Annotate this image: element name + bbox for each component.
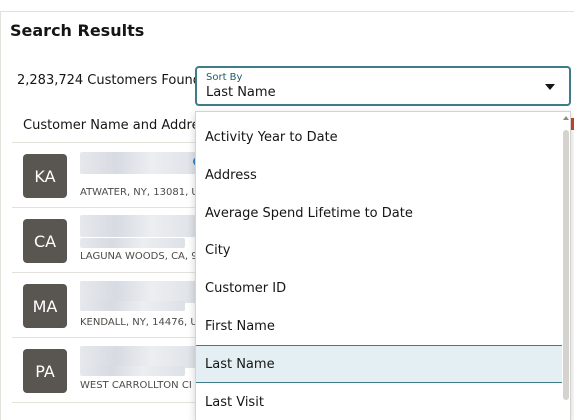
sort-option-last-name[interactable]: Last Name [196, 345, 562, 383]
customer-name-redacted [80, 152, 200, 174]
chevron-down-icon[interactable] [545, 84, 555, 90]
customer-detail-redacted [80, 301, 185, 311]
sort-option-first-name[interactable]: First Name [196, 307, 562, 345]
sort-option-avg-spend[interactable]: Average Spend Lifetime to Date [196, 194, 562, 232]
sort-option-activity-ytd[interactable]: Activity Year to Date [196, 118, 562, 156]
sort-option-customer-id[interactable]: Customer ID [196, 269, 562, 307]
table-row[interactable]: PA WEST CARROLLTON CI [12, 338, 202, 403]
customer-name-redacted [80, 215, 200, 237]
customer-address: KENDALL, NY, 14476, U [80, 317, 198, 328]
table-row[interactable]: KA ATWATER, NY, 13081, U [12, 143, 202, 208]
avatar: PA [23, 349, 67, 393]
table-row[interactable]: CA LAGUNA WOODS, CA, 9 [12, 208, 202, 273]
customer-name-redacted [80, 346, 200, 368]
sort-option-address[interactable]: Address [196, 156, 562, 194]
avatar: KA [23, 154, 67, 198]
sort-by-value: Last Name [206, 85, 276, 100]
sort-option-last-visit[interactable]: Last Visit [196, 383, 562, 420]
avatar: MA [23, 284, 67, 328]
customer-address: LAGUNA WOODS, CA, 9 [80, 251, 198, 262]
sort-by-select[interactable]: Sort By Last Name [195, 66, 571, 106]
results-count: 2,283,724 Customers Found [17, 73, 202, 88]
customer-name-redacted [80, 281, 200, 303]
customer-detail-redacted [80, 238, 185, 248]
customer-address: ATWATER, NY, 13081, U [80, 187, 199, 198]
sort-by-dropdown-menu: Activity Year to Date Address Average Sp… [195, 111, 571, 420]
customer-detail-redacted [80, 366, 185, 376]
customer-address: WEST CARROLLTON CI [80, 380, 192, 391]
column-header-customer[interactable]: Customer Name and Address [23, 118, 213, 133]
table-row[interactable]: MA KENDALL, NY, 14476, U [12, 273, 202, 338]
sort-option-city[interactable]: City [196, 231, 562, 269]
avatar: CA [23, 219, 67, 263]
dropdown-scrollbar[interactable] [563, 130, 569, 400]
scroll-up-icon[interactable] [563, 116, 569, 120]
sort-by-label: Sort By [206, 72, 243, 83]
page-title: Search Results [10, 21, 145, 40]
